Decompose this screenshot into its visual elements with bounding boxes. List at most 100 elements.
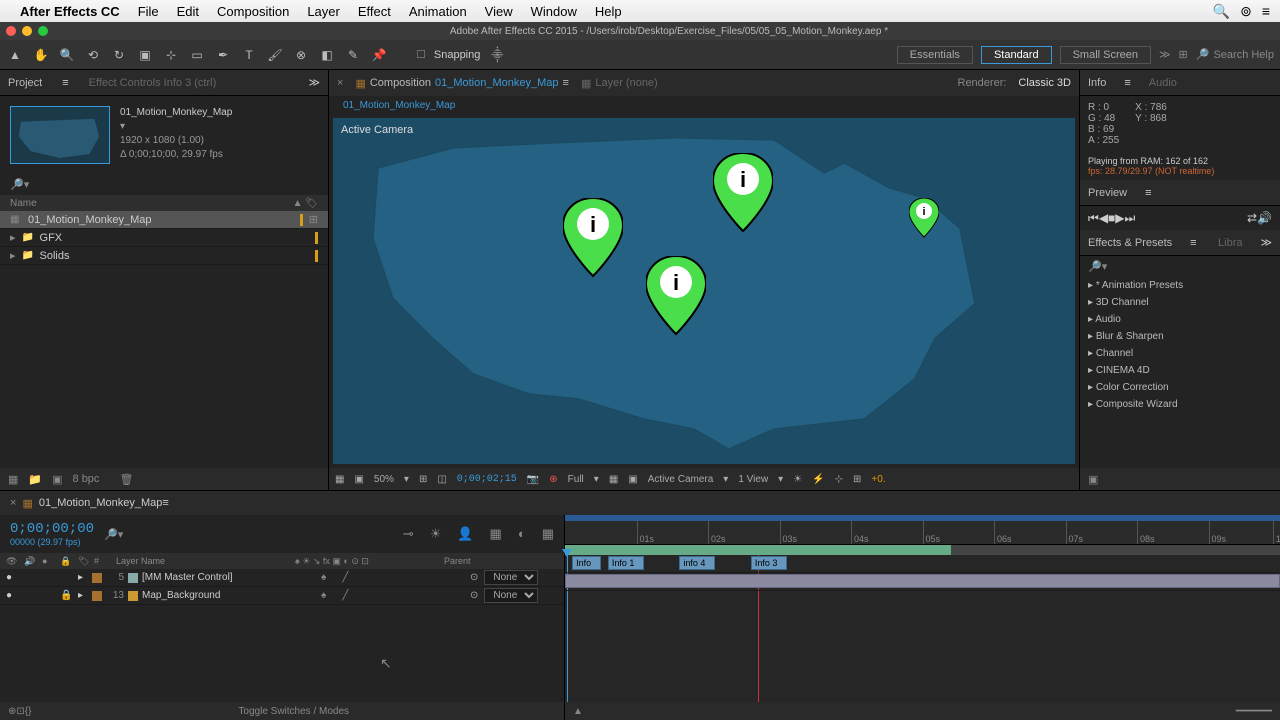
cc-libraries-icon[interactable]: ⊞ [1179,48,1188,61]
menu-window[interactable]: Window [531,4,577,19]
mute-icon[interactable]: 🔊 [1257,211,1272,225]
twirl-icon[interactable]: ▸ [78,590,88,601]
close-tab-icon[interactable]: × [337,77,343,89]
twirl-icon[interactable]: ▸ [78,572,88,583]
channel-icon[interactable]: ⊕ [549,474,557,485]
menu-animation[interactable]: Animation [409,4,467,19]
min-dot[interactable] [22,26,32,36]
cc-icon[interactable]: ⊚ [1240,3,1252,20]
first-frame-icon[interactable]: ⏮ [1088,211,1099,226]
fx-category[interactable]: ▸ Blur & Sharpen [1080,328,1280,345]
clone-tool[interactable]: ⊗ [292,46,310,64]
tab-project[interactable]: Project [8,77,42,89]
eraser-tool[interactable]: ◧ [318,46,336,64]
fx-category[interactable]: ▸ 3D Channel [1080,294,1280,311]
visibility-icon[interactable]: ● [6,572,20,583]
rect-tool[interactable]: ▭ [188,46,206,64]
snapping-checkbox[interactable]: ☐ [416,48,426,61]
renderer-value[interactable]: Classic 3D [1018,77,1071,89]
roto-tool[interactable]: ✎ [344,46,362,64]
parent-dropdown[interactable]: None [484,588,538,603]
tab-effect-controls[interactable]: Effect Controls Info 3 (ctrl) [89,77,217,89]
workspace-standard[interactable]: Standard [981,46,1052,64]
layer-marker[interactable]: Info [572,556,601,570]
prev-frame-icon[interactable]: ◀ [1099,211,1108,225]
pen-tool[interactable]: ✒ [214,46,232,64]
project-item-solids[interactable]: ▸📁 Solids [0,247,328,265]
toggle-switch-icon[interactable]: ⊕ [8,706,16,717]
mask-icon[interactable]: ▣ [354,474,363,485]
layer-marker[interactable]: Info 1 [608,556,644,570]
layer-row[interactable]: ● 🔒 ▸ 13 Map_Background ♠╱ ⊙ None [0,587,564,605]
tab-preview[interactable]: Preview [1088,187,1127,199]
parent-dropdown[interactable]: None [484,570,538,585]
pickwhip-icon[interactable]: ⊙ [470,590,478,601]
anchor-tool[interactable]: ⊹ [162,46,180,64]
track-row[interactable]: Info Info 1 info 4 Info 3 [565,555,1280,573]
viewer-timecode[interactable]: 0;00;02;15 [457,474,517,485]
transparency-icon[interactable]: ▦ [609,474,618,485]
pixel-aspect-icon[interactable]: ☀ [793,474,802,485]
tab-libraries[interactable]: Libra [1218,237,1242,249]
comp-breadcrumb[interactable]: 01_Motion_Monkey_Map [329,96,1079,114]
snapshot-icon[interactable]: 📷 [527,474,539,485]
selection-tool[interactable]: ▲ [6,46,24,64]
new-bin-icon[interactable]: ▣ [1088,473,1098,486]
fx-category[interactable]: ▸ Channel [1080,345,1280,362]
timeline-icon[interactable]: ⊹ [835,474,843,485]
3d-icon[interactable]: ▣ [628,474,637,485]
interpret-icon[interactable]: ▦ [8,473,18,486]
resolution-select[interactable]: Full [568,474,584,485]
frame-blend-icon[interactable]: ▦ [490,526,502,542]
flowchart-icon[interactable]: ⊞ [309,213,318,226]
zoom-level[interactable]: 50% [374,474,394,485]
lock-icon[interactable]: 🔒 [60,590,74,601]
max-dot[interactable] [38,26,48,36]
stop-icon[interactable]: ■ [1108,211,1115,225]
panel-expand-icon[interactable]: ≫ [308,76,320,89]
menu-layer[interactable]: Layer [307,4,340,19]
snap-icon[interactable]: ⸎ [488,46,506,64]
tab-info[interactable]: Info [1088,77,1106,89]
layer-name[interactable]: Map_Background [142,590,317,601]
pickwhip-icon[interactable]: ⊙ [470,572,478,583]
project-header[interactable]: Name ▲ 🏷 [0,195,328,211]
panel-menu-icon[interactable]: ≡ [62,77,68,89]
label-color[interactable] [92,591,102,601]
menu-icon[interactable]: ≡ [1262,3,1270,20]
type-tool[interactable]: T [240,46,258,64]
workspace-essentials[interactable]: Essentials [897,46,973,64]
hand-tool[interactable]: ✋ [32,46,50,64]
timeline-zoom[interactable]: ▲━━━━━━ [565,702,1280,720]
fx-category[interactable]: ▸ Composite Wizard [1080,396,1280,413]
puppet-tool[interactable]: 📌 [370,46,388,64]
tab-composition[interactable]: ▦ Composition 01_Motion_Monkey_Map ≡ [355,77,569,90]
layer-row[interactable]: ● ▸ 5 [MM Master Control] ♠╱ ⊙ None [0,569,564,587]
workspace-more[interactable]: ≫ [1159,48,1171,61]
shy-icon[interactable]: 👤 [457,526,473,542]
zoom-tool[interactable]: 🔍 [58,46,76,64]
comp-thumbnail[interactable] [10,106,110,164]
menu-view[interactable]: View [485,4,513,19]
fx-category[interactable]: ▸ CINEMA 4D [1080,362,1280,379]
close-tab-icon[interactable]: × [10,497,16,509]
view-layout[interactable]: 1 View [738,474,768,485]
label-color[interactable] [92,573,102,583]
resolution-icon[interactable]: ⊞ [419,474,427,485]
tab-effects-presets[interactable]: Effects & Presets [1088,237,1172,249]
fx-category[interactable]: ▸ * Animation Presets [1080,277,1280,294]
exposure[interactable]: +0. [871,474,885,485]
visibility-icon[interactable]: ● [6,590,20,601]
tab-audio[interactable]: Audio [1149,77,1177,89]
layer-name[interactable]: [MM Master Control] [142,572,317,583]
new-comp-icon[interactable]: ▣ [52,473,62,486]
camera-select[interactable]: Active Camera [648,474,714,485]
flowchart-icon[interactable]: ⊞ [853,474,861,485]
loop-icon[interactable]: ⇄ [1247,211,1257,225]
bpc-toggle[interactable]: 8 bpc [73,473,100,485]
project-item-gfx[interactable]: ▸📁 GFX [0,229,328,247]
menu-edit[interactable]: Edit [177,4,199,19]
menu-help[interactable]: Help [595,4,622,19]
time-ruler[interactable]: 01s 02s 03s 04s 05s 06s 07s 08s 09s 10s [565,521,1280,545]
toggle-switch-icon[interactable]: ⊡ [16,706,24,717]
